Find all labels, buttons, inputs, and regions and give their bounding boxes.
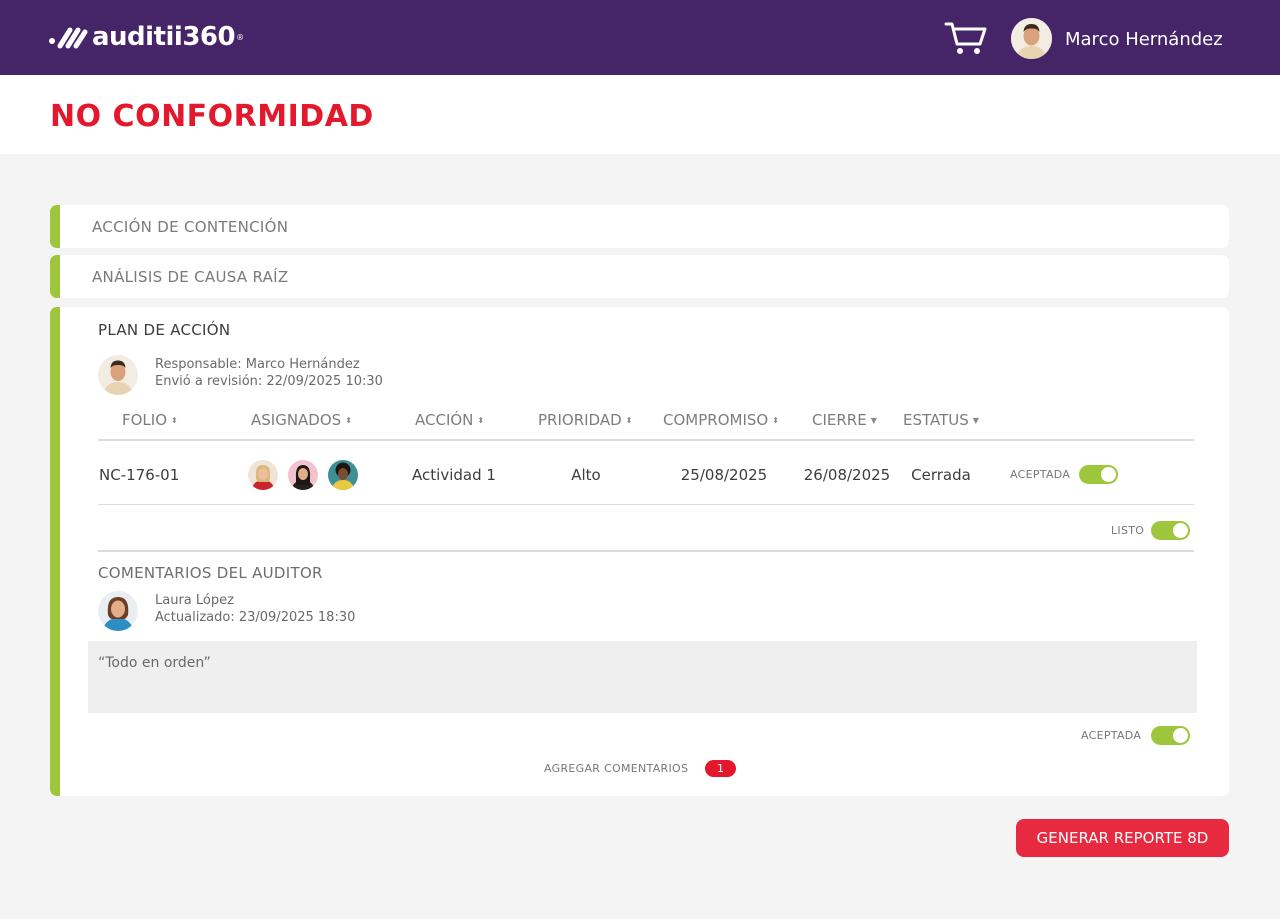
column-folio[interactable]: FOLIO ⬍ [122,411,178,430]
filter-icon: ▼ [972,416,979,425]
section-title: PLAN DE ACCIÓN [98,321,231,339]
shopping-cart-icon[interactable] [944,20,988,56]
sort-icon: ⬍ [345,416,352,425]
filter-icon: ▼ [870,416,877,425]
ready-toggle[interactable] [1151,521,1190,540]
user-avatar[interactable] [1011,18,1052,59]
user-name[interactable]: Marco Hernández [1065,29,1223,51]
auditor-name: Laura López [155,593,234,608]
ready-label: LISTO [1111,524,1145,537]
sent-to-review-date: Envió a revisión: 22/09/2025 10:30 [155,374,383,389]
section-containment-action[interactable]: ACCIÓN DE CONTENCIÓN [50,205,1229,248]
user-avatar-image [1011,18,1052,59]
section-label: ACCIÓN DE CONTENCIÓN [92,218,289,236]
column-label: COMPROMISO [663,411,769,429]
comment-count-badge[interactable]: 1 [705,760,736,777]
auditor-avatar [98,591,138,631]
avatar-woman-blonde [248,460,278,490]
sort-icon: ⬍ [477,416,485,425]
table-row[interactable]: NC-176-01 Actividad 1 Alto 25/08/2025 26… [98,443,1194,505]
comment-accepted-label: ACEPTADA [1081,729,1142,742]
brand-logo[interactable]: auditii360 ® [48,24,244,50]
column-label: PRIORIDAD [538,411,622,429]
sort-icon: ⬍ [625,416,633,425]
table-header: FOLIO ⬍ ASIGNADOS ⬍ ACCIÓN ⬍ PRIORIDAD ⬍ COM… [98,411,1194,441]
column-estatus[interactable]: ESTATUS ▼ [903,411,979,430]
page-title: NO CONFORMIDAD [50,99,374,134]
section-label: ANÁLISIS DE CAUSA RAÍZ [92,268,289,286]
cell-folio: NC-176-01 [99,466,180,484]
brand-registered-mark: ® [236,32,245,42]
auditor-avatar-image [98,591,138,631]
column-label: FOLIO [122,411,168,429]
column-label: CIERRE [812,411,867,429]
divider [98,550,1194,552]
column-compromiso[interactable]: COMPROMISO ⬍ [663,411,779,430]
avatar-woman-dark-hair [288,460,318,490]
section-action-plan: PLAN DE ACCIÓN Responsable: Marco Hernán… [50,307,1229,796]
comment-accepted-toggle[interactable] [1151,726,1190,745]
logo-mark-icon [49,27,88,49]
column-asignados[interactable]: ASIGNADOS ⬍ [251,411,352,430]
add-comments-link[interactable]: AGREGAR COMENTARIOS [544,762,688,775]
sort-icon: ⬍ [772,416,779,425]
responsible-name: Responsable: Marco Hernández [155,357,360,372]
cell-compromiso: 25/08/2025 [680,466,768,484]
cell-estatus: Cerrada [911,466,971,484]
assignee-avatar[interactable] [248,460,278,490]
column-label: ASIGNADOS [251,411,342,429]
auditor-updated-date: Actualizado: 23/09/2025 18:30 [155,610,356,625]
top-bar: auditii360 ® Marco Hernández [0,0,1280,75]
comment-text: “Todo en orden” [98,655,211,671]
column-cierre[interactable]: CIERRE ▼ [812,411,877,430]
responsible-avatar-image [98,355,138,395]
responsible-avatar [98,355,138,395]
avatar-man-curly [328,460,358,490]
assignee-avatar[interactable] [328,460,358,490]
section-root-cause-analysis[interactable]: ANÁLISIS DE CAUSA RAÍZ [50,255,1229,298]
brand-name: auditii360 [92,22,236,52]
row-accepted-toggle[interactable] [1079,465,1118,484]
comment-box[interactable]: “Todo en orden” [88,641,1197,713]
cell-accion: Actividad 1 [412,466,496,484]
column-label: ESTATUS [903,411,969,429]
column-prioridad[interactable]: PRIORIDAD ⬍ [538,411,632,430]
cell-prioridad: Alto [571,466,601,484]
auditor-comments-title: COMENTARIOS DEL AUDITOR [98,564,323,582]
assignee-avatar[interactable] [288,460,318,490]
column-label: ACCIÓN [415,411,474,429]
sort-icon: ⬍ [171,416,178,425]
column-accion[interactable]: ACCIÓN ⬍ [415,411,484,430]
row-accepted-label: ACEPTADA [1010,468,1071,481]
cell-cierre: 26/08/2025 [803,466,891,484]
generate-8d-report-button[interactable]: GENERAR REPORTE 8D [1016,819,1229,857]
